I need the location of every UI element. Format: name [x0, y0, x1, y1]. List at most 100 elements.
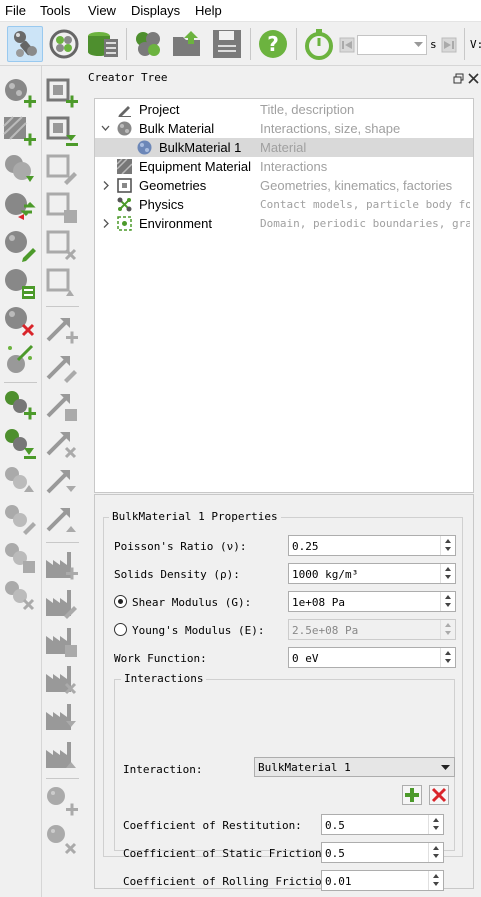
tree-row-geometries[interactable]: Geometries Geometries, kinematics, facto… — [95, 176, 473, 195]
equipment-material-icon — [117, 159, 132, 174]
tree-row-name: BulkMaterial 1 — [159, 140, 242, 155]
solids-density-field[interactable]: 1000 kg/m³ — [288, 563, 456, 584]
save-button[interactable] — [209, 26, 245, 62]
tree-row-environment[interactable]: Environment Domain, periodic boundaries,… — [95, 214, 473, 233]
restitution-field[interactable]: 0.5 — [321, 814, 444, 835]
export-factory-icon[interactable] — [44, 738, 80, 774]
shear-modulus-label: Shear Modulus (G): — [132, 596, 252, 609]
tree-row-project[interactable]: Project Title, description — [95, 100, 473, 119]
shear-modulus-value: 1e+08 Pa — [292, 596, 345, 609]
rolling-friction-value: 0.01 — [325, 875, 352, 888]
delete-kinematics-icon[interactable] — [44, 426, 80, 462]
static-friction-spinner[interactable] — [428, 843, 443, 862]
help-button[interactable]: ? — [255, 26, 291, 62]
geometry-box-icon — [117, 178, 132, 193]
edit-particle-group-icon[interactable] — [2, 502, 38, 538]
export-kinematics-icon[interactable] — [44, 502, 80, 538]
delete-factory-icon[interactable] — [44, 662, 80, 698]
add-particle-group-icon[interactable] — [2, 388, 38, 424]
youngs-modulus-radio[interactable] — [114, 623, 127, 636]
import-material-icon[interactable] — [2, 152, 38, 188]
menu-help[interactable]: Help — [195, 3, 222, 18]
shear-modulus-spinner[interactable] — [440, 592, 455, 611]
add-bulk-material-icon[interactable] — [2, 76, 38, 112]
delete-geometry-icon[interactable] — [44, 228, 80, 264]
export-geometry-icon[interactable] — [44, 266, 80, 302]
delete-particle-icon[interactable] — [44, 822, 80, 858]
menu-view[interactable]: View — [88, 3, 116, 18]
edit-kinematics-icon[interactable] — [44, 350, 80, 386]
tree-row-description: Contact models, particle body for… — [260, 198, 470, 211]
geometry-list-icon[interactable] — [44, 190, 80, 226]
poisson-ratio-value: 0.25 — [292, 540, 319, 553]
kinematics-list-icon[interactable] — [44, 388, 80, 424]
delete-particle-group-icon[interactable] — [2, 578, 38, 614]
open-file-button[interactable] — [170, 26, 206, 62]
work-function-spinner[interactable] — [440, 648, 455, 667]
timer-button[interactable] — [301, 26, 337, 62]
add-particle-icon[interactable] — [44, 784, 80, 820]
shear-modulus-radio[interactable] — [114, 595, 127, 608]
particle-group-list-icon[interactable] — [2, 540, 38, 576]
new-simulation-button[interactable] — [131, 26, 167, 62]
tree-row-bulkmaterial-1[interactable]: BulkMaterial 1 Material — [95, 138, 473, 157]
analyst-button[interactable] — [85, 26, 121, 62]
tree-row-equipment-material[interactable]: Equipment Material Interactions — [95, 157, 473, 176]
static-friction-field[interactable]: 0.5 — [321, 842, 444, 863]
chevron-down-icon[interactable] — [101, 122, 110, 135]
poisson-ratio-field[interactable]: 0.25 — [288, 535, 456, 556]
edit-geometry-icon[interactable] — [44, 152, 80, 188]
menu-tools[interactable]: Tools — [40, 3, 70, 18]
time-point-combo[interactable] — [357, 35, 427, 55]
material-database-icon[interactable] — [2, 266, 38, 302]
add-factory-icon[interactable] — [44, 548, 80, 584]
close-dock-icon[interactable] — [468, 73, 479, 84]
interaction-combo[interactable]: BulkMaterial 1 — [254, 757, 455, 777]
plus-icon — [405, 788, 419, 802]
import-kinematics-icon[interactable] — [44, 464, 80, 500]
edit-material-icon[interactable] — [2, 228, 38, 264]
simulator-icon — [49, 29, 79, 59]
work-function-field[interactable]: 0 eV — [288, 647, 456, 668]
restitution-spinner[interactable] — [428, 815, 443, 834]
menu-displays[interactable]: Displays — [131, 3, 180, 18]
work-function-label: Work Function: — [114, 652, 207, 665]
skip-forward-button[interactable] — [440, 35, 458, 55]
tree-row-bulk-material[interactable]: Bulk Material Interactions, size, shape — [95, 119, 473, 138]
chevron-right-icon[interactable] — [101, 179, 110, 192]
tree-row-name: Equipment Material — [139, 159, 251, 174]
static-friction-value: 0.5 — [325, 847, 345, 860]
simulator-button[interactable] — [46, 26, 82, 62]
rolling-friction-field[interactable]: 0.01 — [321, 870, 444, 891]
tree-row-physics[interactable]: Physics Contact models, particle body fo… — [95, 195, 473, 214]
shear-modulus-field[interactable]: 1e+08 Pa — [288, 591, 456, 612]
import-particle-group-icon[interactable] — [2, 426, 38, 462]
chevron-right-icon[interactable] — [101, 217, 110, 230]
delete-interaction-button[interactable] — [429, 785, 449, 805]
delete-material-icon[interactable] — [2, 304, 38, 340]
add-geometry-icon[interactable] — [44, 76, 80, 112]
poisson-ratio-spinner[interactable] — [440, 536, 455, 555]
menu-file[interactable]: File — [5, 3, 26, 18]
add-kinematics-icon[interactable] — [44, 312, 80, 348]
factory-list-icon[interactable] — [44, 624, 80, 660]
creator-mode-button[interactable] — [7, 26, 43, 62]
poisson-ratio-label: Poisson's Ratio (ν): — [114, 540, 247, 553]
interaction-label: Interaction: — [123, 763, 203, 776]
export-particle-group-icon[interactable] — [2, 464, 38, 500]
save-disk-icon — [213, 30, 241, 58]
interactions-group-title: Interactions — [121, 672, 207, 685]
import-geometry-icon[interactable] — [44, 114, 80, 150]
solids-density-spinner[interactable] — [440, 564, 455, 583]
material-exchange-icon[interactable] — [2, 190, 38, 226]
skip-back-button[interactable] — [338, 35, 356, 55]
restitution-value: 0.5 — [325, 819, 345, 832]
material-wizard-icon[interactable] — [2, 342, 38, 378]
rolling-friction-spinner[interactable] — [428, 871, 443, 890]
tree-row-name: Bulk Material — [139, 121, 215, 136]
float-dock-icon[interactable] — [453, 73, 464, 84]
add-interaction-button[interactable] — [402, 785, 422, 805]
edit-factory-icon[interactable] — [44, 586, 80, 622]
add-equipment-material-icon[interactable] — [2, 114, 38, 150]
import-factory-icon[interactable] — [44, 700, 80, 736]
